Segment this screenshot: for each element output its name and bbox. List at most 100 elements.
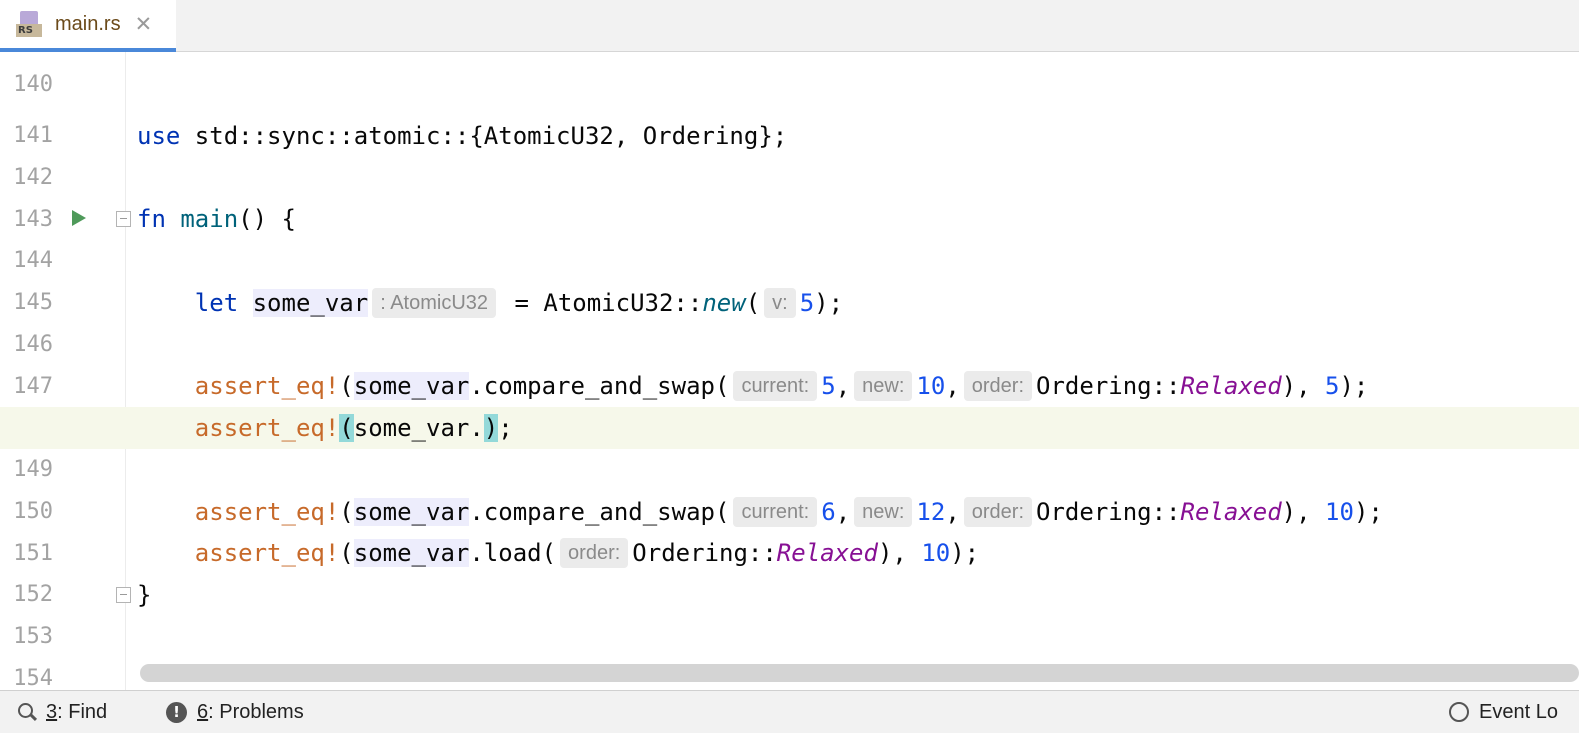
code-segment: ( bbox=[339, 498, 354, 526]
code-line-149-current: 149 assert_eq!(some_var.); bbox=[0, 407, 1579, 482]
function-name: new bbox=[702, 289, 746, 317]
code-segment: , bbox=[945, 372, 960, 400]
code-segment: ( bbox=[745, 289, 761, 317]
tab-title: main.rs bbox=[55, 12, 121, 35]
parameter-hint: current: bbox=[733, 371, 818, 401]
fold-end-icon[interactable] bbox=[116, 587, 131, 603]
parameter-hint: order: bbox=[963, 497, 1033, 527]
code-segment: ); bbox=[1339, 372, 1369, 400]
find-tool-button[interactable]: 3: Find bbox=[18, 691, 107, 733]
code-text[interactable]: let some_var: AtomicU32 = AtomicU32::new… bbox=[137, 282, 843, 324]
problems-tool-button[interactable]: ! 6: Problems bbox=[166, 691, 304, 733]
code-line-144: 144 fn main() { bbox=[0, 198, 1579, 273]
parameter-hint: new: bbox=[854, 497, 913, 527]
code-text[interactable]: assert_eq!(some_var.); bbox=[137, 407, 513, 449]
event-log-button[interactable]: Event Lo bbox=[1449, 691, 1558, 733]
code-line-148: 148 assert_eq!(some_var.compare_and_swap… bbox=[0, 365, 1579, 440]
code-line-153: 153 } bbox=[0, 574, 1579, 649]
event-log-label: Event Lo bbox=[1479, 700, 1558, 723]
parameter-hint: new: bbox=[854, 371, 913, 401]
fold-icon[interactable] bbox=[116, 211, 131, 227]
variable: some_var bbox=[353, 539, 470, 567]
code-line-150: 150 bbox=[0, 449, 1579, 524]
code-segment: .compare_and_swap( bbox=[469, 372, 730, 400]
code-segment: Ordering:: bbox=[1036, 372, 1181, 400]
code-segment: , bbox=[835, 372, 851, 400]
code-segment: std::sync::atomic::{AtomicU32, Ordering}… bbox=[180, 122, 788, 150]
horizontal-scrollbar[interactable] bbox=[140, 664, 1579, 682]
editor-tab-bar: RS main.rs ✕ bbox=[0, 0, 1579, 52]
macro-call: assert_eq! bbox=[194, 539, 340, 567]
macro-call: assert_eq! bbox=[194, 372, 340, 400]
variable: some_var bbox=[353, 498, 470, 526]
problems-label: : Problems bbox=[208, 700, 304, 723]
function-name: main bbox=[180, 205, 239, 233]
keyword: use bbox=[137, 122, 181, 150]
macro-call: assert_eq! bbox=[194, 414, 340, 442]
enum-variant: Relaxed bbox=[1180, 372, 1282, 400]
code-text[interactable]: assert_eq!(some_var.load(order: Ordering:… bbox=[137, 532, 979, 574]
keyword: fn bbox=[137, 205, 166, 233]
variable: some_var bbox=[252, 289, 369, 317]
code-line-142: 142 use std::sync::atomic::{AtomicU32, O… bbox=[0, 115, 1579, 190]
variable: some_var bbox=[353, 372, 470, 400]
rust-file-icon: RS bbox=[16, 11, 42, 37]
code-line-145: 145 bbox=[0, 240, 1579, 315]
code-editor[interactable]: 140 141 142 use std::sync::atomic::{Atom… bbox=[0, 52, 1579, 690]
code-segment: ); bbox=[1353, 498, 1383, 526]
search-icon bbox=[18, 703, 38, 722]
event-log-icon bbox=[1449, 702, 1469, 722]
code-segment: ); bbox=[814, 289, 844, 317]
number-literal: 12 bbox=[916, 498, 946, 526]
parameter-hint: v: bbox=[764, 288, 796, 318]
code-line-151: 151 assert_eq!(some_var.compare_and_swap… bbox=[0, 491, 1579, 566]
close-icon[interactable]: ✕ bbox=[135, 12, 153, 37]
macro-call: assert_eq! bbox=[194, 498, 340, 526]
code-segment: ( bbox=[339, 372, 354, 400]
number-literal: 5 bbox=[1325, 372, 1340, 400]
type-hint: : AtomicU32 bbox=[372, 288, 497, 318]
parameter-hint: order: bbox=[560, 538, 629, 568]
code-text[interactable]: } bbox=[137, 574, 151, 616]
matched-paren: ( bbox=[339, 414, 354, 442]
code-line-141: 141 bbox=[0, 73, 1579, 148]
closing-brace: } bbox=[137, 581, 152, 609]
file-icon-label: RS bbox=[16, 24, 42, 37]
number-literal: 5 bbox=[799, 289, 815, 317]
parameter-hint: current: bbox=[733, 497, 818, 527]
code-line-140: 140 bbox=[0, 52, 1579, 97]
number-literal: 10 bbox=[916, 372, 946, 400]
code-text[interactable]: assert_eq!(some_var.compare_and_swap(cur… bbox=[137, 491, 1383, 533]
code-line-143: 143 bbox=[0, 157, 1579, 232]
number-literal: 10 bbox=[1325, 498, 1354, 526]
code-text[interactable]: use std::sync::atomic::{AtomicU32, Order… bbox=[137, 115, 787, 157]
code-line-154: 154 bbox=[0, 616, 1579, 690]
parameter-hint: order: bbox=[963, 371, 1033, 401]
run-icon[interactable] bbox=[72, 210, 86, 226]
code-segment: ( bbox=[339, 539, 354, 567]
problems-shortcut: 6 bbox=[197, 700, 209, 723]
code-line-146: 146 let some_var: AtomicU32 = AtomicU32:… bbox=[0, 282, 1579, 357]
code-segment: .compare_and_swap( bbox=[469, 498, 730, 526]
code-line-152: 152 assert_eq!(some_var.load(order: Order… bbox=[0, 532, 1579, 607]
number-literal: 6 bbox=[821, 498, 836, 526]
code-segment: . bbox=[469, 414, 484, 442]
code-segment: () { bbox=[238, 205, 296, 233]
tab-main-rs[interactable]: RS main.rs ✕ bbox=[0, 0, 176, 52]
code-segment: Ordering:: bbox=[1036, 498, 1181, 526]
enum-variant: Relaxed bbox=[776, 539, 878, 567]
matched-paren: ) bbox=[483, 414, 499, 442]
status-bar: 3: Find ! 6: Problems Event Lo bbox=[0, 690, 1579, 733]
code-segment: , bbox=[945, 498, 960, 526]
code-segment: ), bbox=[1281, 372, 1326, 400]
variable: some_var bbox=[353, 414, 470, 442]
number-literal: 10 bbox=[921, 539, 951, 567]
keyword: let bbox=[194, 289, 239, 317]
code-segment: ); bbox=[950, 539, 980, 567]
code-text[interactable]: fn main() { bbox=[137, 198, 296, 240]
enum-variant: Relaxed bbox=[1180, 498, 1282, 526]
code-segment: , bbox=[835, 498, 851, 526]
code-segment: ), bbox=[877, 539, 922, 567]
code-text[interactable]: assert_eq!(some_var.compare_and_swap(cur… bbox=[137, 365, 1368, 407]
code-line-147: 147 bbox=[0, 324, 1579, 399]
